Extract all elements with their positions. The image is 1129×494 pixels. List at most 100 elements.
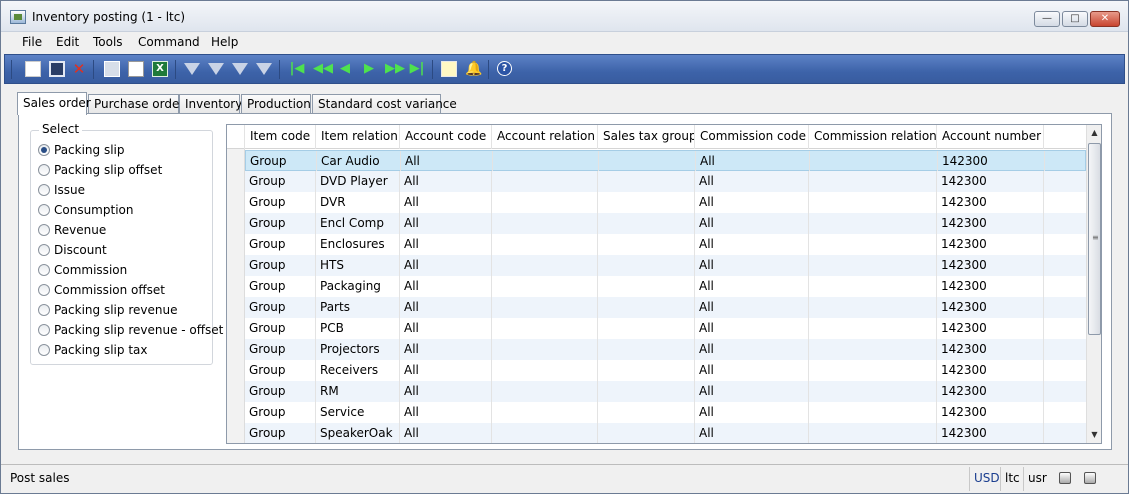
close-button[interactable]: ✕ bbox=[1090, 11, 1120, 27]
table-cell[interactable]: All bbox=[400, 255, 492, 276]
table-cell[interactable]: Projectors bbox=[316, 339, 400, 360]
table-cell[interactable]: All bbox=[695, 276, 809, 297]
last-record-icon[interactable]: ▶| bbox=[409, 61, 425, 77]
table-cell[interactable]: 142300 bbox=[937, 381, 1044, 402]
export-excel-icon[interactable]: X bbox=[152, 61, 168, 77]
table-cell[interactable]: 142300 bbox=[937, 402, 1044, 423]
table-cell[interactable]: All bbox=[400, 171, 492, 192]
radio-option[interactable]: Commission bbox=[38, 261, 127, 279]
radio-unchecked-icon[interactable] bbox=[38, 284, 50, 296]
table-cell[interactable] bbox=[598, 339, 695, 360]
alerts-icon[interactable]: 🔔 bbox=[465, 61, 482, 77]
table-cell[interactable]: 142300 bbox=[937, 234, 1044, 255]
table-cell[interactable] bbox=[492, 381, 598, 402]
table-row[interactable]: Group SpeakerOak All All 142300 bbox=[245, 423, 1086, 443]
table-cell[interactable]: All bbox=[695, 234, 809, 255]
radio-unchecked-icon[interactable] bbox=[38, 184, 50, 196]
title-bar[interactable]: Inventory posting (1 - ltc) — □ ✕ bbox=[1, 1, 1128, 32]
table-cell[interactable] bbox=[598, 423, 695, 443]
table-cell[interactable]: 142300 bbox=[937, 423, 1044, 443]
minimize-button[interactable]: — bbox=[1034, 11, 1060, 27]
column-header-item-relation[interactable]: Item relation bbox=[316, 125, 400, 149]
tab-production[interactable]: Production bbox=[241, 94, 311, 114]
document-handling-icon[interactable] bbox=[441, 61, 457, 77]
radio-unchecked-icon[interactable] bbox=[38, 244, 50, 256]
table-cell[interactable]: DVR bbox=[316, 192, 400, 213]
table-row[interactable]: Group HTS All All 142300 bbox=[245, 255, 1086, 276]
table-cell[interactable]: Group bbox=[245, 360, 316, 381]
table-cell[interactable]: All bbox=[400, 381, 492, 402]
table-cell[interactable] bbox=[598, 318, 695, 339]
filter-advanced-icon[interactable] bbox=[232, 63, 248, 75]
table-cell[interactable]: All bbox=[400, 297, 492, 318]
table-cell[interactable]: Group bbox=[245, 192, 316, 213]
table-cell[interactable] bbox=[492, 213, 598, 234]
table-cell[interactable]: Group bbox=[245, 318, 316, 339]
menu-command[interactable]: Command bbox=[138, 35, 200, 49]
table-cell[interactable] bbox=[809, 192, 937, 213]
table-cell[interactable]: 142300 bbox=[937, 171, 1044, 192]
tab-sales-order[interactable]: Sales order bbox=[17, 92, 91, 115]
table-cell[interactable]: RM bbox=[316, 381, 400, 402]
radio-option[interactable]: Packing slip offset bbox=[38, 161, 162, 179]
table-cell[interactable] bbox=[810, 151, 938, 172]
table-row[interactable]: Group PCB All All 142300 bbox=[245, 318, 1086, 339]
table-cell[interactable]: All bbox=[695, 297, 809, 318]
table-cell[interactable]: All bbox=[695, 402, 809, 423]
table-cell[interactable]: 142300 bbox=[937, 276, 1044, 297]
table-cell[interactable]: All bbox=[696, 151, 810, 172]
table-cell[interactable] bbox=[809, 255, 937, 276]
save-icon[interactable] bbox=[49, 61, 65, 77]
table-cell[interactable]: 142300 bbox=[937, 339, 1044, 360]
table-cell[interactable] bbox=[598, 276, 695, 297]
table-row[interactable]: Group Enclosures All All 142300 bbox=[245, 234, 1086, 255]
table-cell[interactable]: All bbox=[400, 360, 492, 381]
column-header-commission-code[interactable]: Commission code bbox=[695, 125, 809, 149]
table-cell[interactable]: All bbox=[695, 255, 809, 276]
table-cell[interactable] bbox=[492, 423, 598, 443]
print-preview-icon[interactable] bbox=[128, 61, 144, 77]
table-cell[interactable] bbox=[492, 318, 598, 339]
table-cell[interactable] bbox=[809, 234, 937, 255]
table-cell[interactable] bbox=[598, 234, 695, 255]
radio-unchecked-icon[interactable] bbox=[38, 324, 50, 336]
table-cell[interactable]: SpeakerOak bbox=[316, 423, 400, 443]
table-cell[interactable] bbox=[493, 151, 599, 172]
table-row[interactable]: Group DVR All All 142300 bbox=[245, 192, 1086, 213]
row-selector-column[interactable] bbox=[227, 149, 245, 443]
table-cell[interactable] bbox=[598, 402, 695, 423]
table-cell[interactable]: Encl Comp bbox=[316, 213, 400, 234]
tab-inventory[interactable]: Inventory bbox=[179, 94, 242, 114]
menu-file[interactable]: File bbox=[22, 35, 42, 49]
table-row[interactable]: Group Receivers All All 142300 bbox=[245, 360, 1086, 381]
table-cell[interactable] bbox=[492, 402, 598, 423]
table-cell[interactable]: Group bbox=[245, 381, 316, 402]
table-cell[interactable]: All bbox=[400, 339, 492, 360]
radio-option[interactable]: Packing slip bbox=[38, 141, 125, 159]
table-cell[interactable]: All bbox=[400, 318, 492, 339]
session-icon[interactable] bbox=[1084, 472, 1096, 484]
help-icon[interactable]: ? bbox=[497, 61, 512, 76]
table-cell[interactable]: All bbox=[400, 213, 492, 234]
table-cell[interactable]: Group bbox=[245, 276, 316, 297]
tab-standard-cost-variance[interactable]: Standard cost variance bbox=[312, 94, 457, 114]
column-header-account-relation[interactable]: Account relation bbox=[492, 125, 598, 149]
radio-option[interactable]: Discount bbox=[38, 241, 107, 259]
table-cell[interactable]: Receivers bbox=[316, 360, 400, 381]
radio-unchecked-icon[interactable] bbox=[38, 344, 50, 356]
next-page-icon[interactable]: ▶▶ bbox=[385, 61, 405, 77]
table-cell[interactable]: 142300 bbox=[937, 318, 1044, 339]
table-cell[interactable]: All bbox=[400, 423, 492, 443]
table-cell[interactable]: Service bbox=[316, 402, 400, 423]
table-row[interactable]: Group Encl Comp All All 142300 bbox=[245, 213, 1086, 234]
radio-unchecked-icon[interactable] bbox=[38, 304, 50, 316]
table-cell[interactable]: Group bbox=[245, 171, 316, 192]
column-header-item-code[interactable]: Item code bbox=[245, 125, 316, 149]
table-cell[interactable] bbox=[809, 402, 937, 423]
tab-purchase-order[interactable]: Purchase order bbox=[88, 94, 184, 114]
table-cell[interactable]: 142300 bbox=[938, 151, 1045, 172]
column-header-account-code[interactable]: Account code bbox=[400, 125, 492, 149]
table-row[interactable]: Group Packaging All All 142300 bbox=[245, 276, 1086, 297]
radio-unchecked-icon[interactable] bbox=[38, 224, 50, 236]
table-row[interactable]: Group Service All All 142300 bbox=[245, 402, 1086, 423]
